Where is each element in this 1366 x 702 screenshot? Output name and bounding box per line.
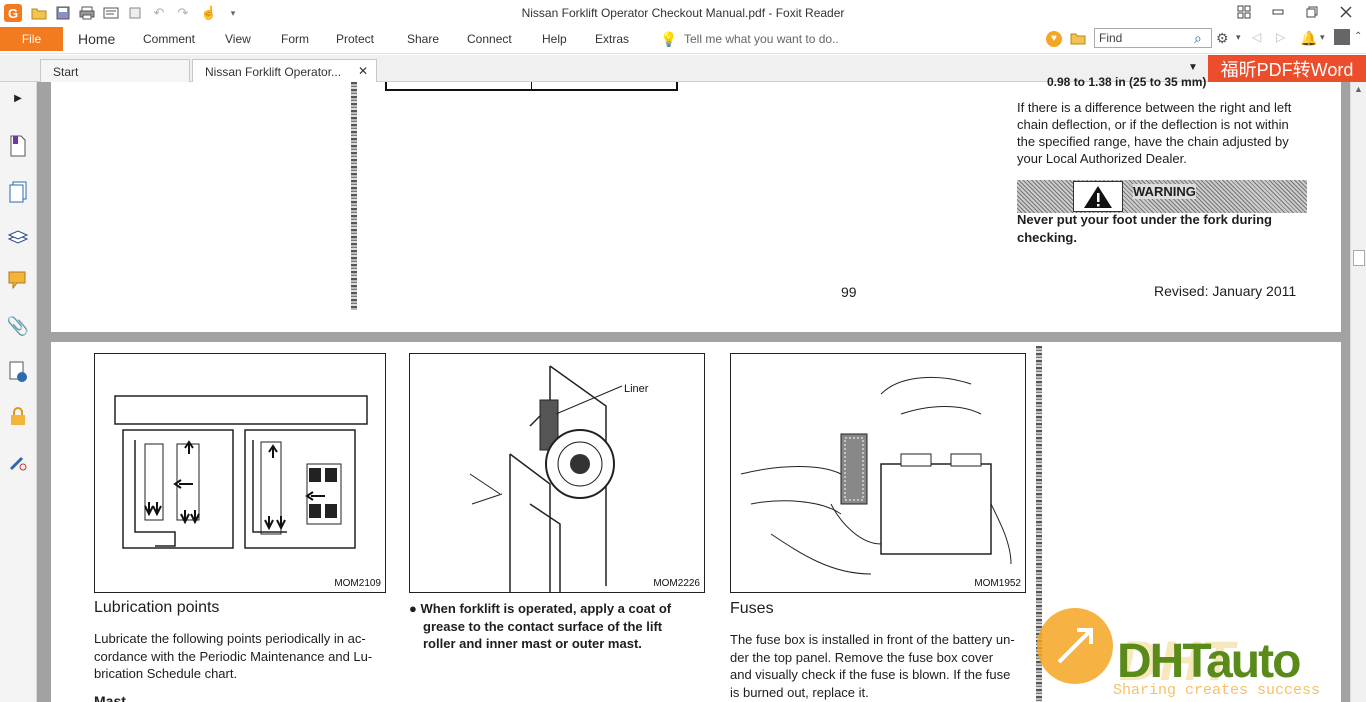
liner-label: Liner xyxy=(624,383,649,395)
chain-adjust-paragraph: If there is a difference between the rig… xyxy=(1017,100,1292,166)
lift-roller-diagram: Liner xyxy=(469,365,649,594)
menu-connect[interactable]: Connect xyxy=(467,32,512,46)
scroll-up-icon[interactable]: ▲ xyxy=(1354,84,1363,94)
close-tab-icon[interactable]: ✕ xyxy=(358,64,368,78)
menu-extras[interactable]: Extras xyxy=(595,32,629,46)
folder-search-icon[interactable] xyxy=(1070,31,1086,48)
lightbulb-icon: 💡 xyxy=(660,31,678,47)
tab-document-label: Nissan Forklift Operator... xyxy=(205,65,342,79)
menu-home[interactable]: Home xyxy=(78,31,115,47)
bullet-icon: ● xyxy=(409,601,421,616)
bookmark-panel-icon[interactable] xyxy=(6,134,30,158)
page-number: 99 xyxy=(841,284,857,300)
window-title: Nissan Forklift Operator Checkout Manual… xyxy=(521,6,845,20)
pdf-page-99: 0.98 to 1.38 in (25 to 35 mm) If there i… xyxy=(51,75,1341,332)
foxit-reader-window: G ↶ ↷ ☝ ▾ Nissan Forklift Operator Check… xyxy=(0,0,1366,702)
next-arrow-icon[interactable]: ▷ xyxy=(1276,30,1285,44)
heart-icon[interactable]: ♥ xyxy=(1046,31,1062,47)
tab-list-dropdown-icon[interactable]: ▼ xyxy=(1188,62,1198,73)
mast-diagram xyxy=(114,395,368,549)
watermark-brand: DHTauto xyxy=(1117,635,1301,688)
liner-figure: Liner MOM2226 xyxy=(409,353,705,594)
ribbon-display-icon[interactable] xyxy=(1230,2,1258,22)
mast-heading-cut: Mast xyxy=(94,693,126,702)
signature-panel-icon[interactable] xyxy=(6,360,30,384)
figure-code: MOM2226 xyxy=(653,578,700,589)
layers-panel-icon[interactable] xyxy=(6,224,30,248)
menu-protect[interactable]: Protect xyxy=(336,32,374,46)
warning-triangle-icon xyxy=(1073,181,1123,212)
pages-panel-icon[interactable] xyxy=(6,180,30,204)
title-bar: G ↶ ↷ ☝ ▾ Nissan Forklift Operator Check… xyxy=(0,0,1366,26)
menu-form[interactable]: Form xyxy=(281,32,309,46)
menu-comment[interactable]: Comment xyxy=(143,32,195,46)
revised-date: Revised: January 2011 xyxy=(1154,283,1297,299)
fuse-box-diagram xyxy=(740,376,1012,575)
figure-code: MOM1952 xyxy=(974,578,1021,589)
menu-help[interactable]: Help xyxy=(542,32,567,46)
fuse-box-figure: MOM1952 xyxy=(730,353,1026,593)
restore-button[interactable] xyxy=(1298,2,1326,22)
search-icon[interactable]: ⌕ xyxy=(1194,30,1202,47)
watermark-slogan: Sharing creates success xyxy=(1113,682,1321,699)
table-fragment xyxy=(385,82,678,91)
grease-bullet: ● When forklift is operated, apply a coa… xyxy=(409,601,672,651)
promo-banner-button[interactable]: 福昕PDF转Word xyxy=(1208,55,1366,82)
menu-view[interactable]: View xyxy=(225,32,251,46)
warning-banner: WARNING xyxy=(1017,180,1307,213)
scrollbar-thumb[interactable] xyxy=(1353,250,1365,266)
bell-icon[interactable]: 🔔 xyxy=(1300,30,1317,47)
cut-off-measurement: 0.98 to 1.38 in (25 to 35 mm) xyxy=(1047,75,1207,89)
warning-label: WARNING xyxy=(1133,184,1196,199)
scan-edge-mark xyxy=(351,82,357,310)
settings-dropdown-icon[interactable]: ▾ xyxy=(1236,32,1241,43)
tab-start-label: Start xyxy=(53,65,79,79)
figure-code: MOM2109 xyxy=(334,578,381,589)
fuses-heading: Fuses xyxy=(730,600,774,617)
menu-share[interactable]: Share xyxy=(407,32,439,46)
file-menu-button[interactable]: File xyxy=(0,27,63,51)
minimize-button[interactable] xyxy=(1264,2,1292,22)
tell-me-search[interactable]: Tell me what you want to do.. xyxy=(684,32,839,46)
prev-arrow-icon[interactable]: ◁ xyxy=(1252,30,1261,44)
lubrication-heading: Lubrication points xyxy=(94,599,220,616)
comments-panel-icon[interactable] xyxy=(6,268,30,292)
tab-document[interactable]: Nissan Forklift Operator... ✕ xyxy=(192,59,377,82)
lubrication-figure: MOM2109 xyxy=(94,353,386,593)
close-window-button[interactable] xyxy=(1332,2,1360,22)
tools-panel-icon[interactable] xyxy=(6,450,30,474)
user-avatar-icon[interactable] xyxy=(1334,29,1350,45)
notification-dropdown-icon[interactable]: ▾ xyxy=(1320,32,1325,43)
expand-sidebar-icon[interactable]: ▶ xyxy=(6,86,30,110)
attachments-panel-icon[interactable]: 📎 xyxy=(6,314,30,338)
dht-watermark-logo: DHT DHTauto Sharing creates success xyxy=(1033,600,1366,702)
ribbon-menu-bar: File Home Comment View Form Protect Shar… xyxy=(0,26,1366,54)
warning-text: Never put your foot under the fork durin… xyxy=(1017,212,1272,245)
navigation-sidebar: ▶ 📎 xyxy=(0,82,37,702)
lubrication-paragraph: Lubricate the following points periodica… xyxy=(94,631,373,681)
gear-icon[interactable]: ⚙ xyxy=(1216,30,1229,47)
fuses-paragraph: The fuse box is installed in front of th… xyxy=(730,632,1015,700)
security-lock-icon[interactable] xyxy=(6,404,30,428)
collapse-ribbon-icon[interactable]: ⌃ xyxy=(1354,31,1362,42)
tab-start[interactable]: Start xyxy=(40,59,190,82)
